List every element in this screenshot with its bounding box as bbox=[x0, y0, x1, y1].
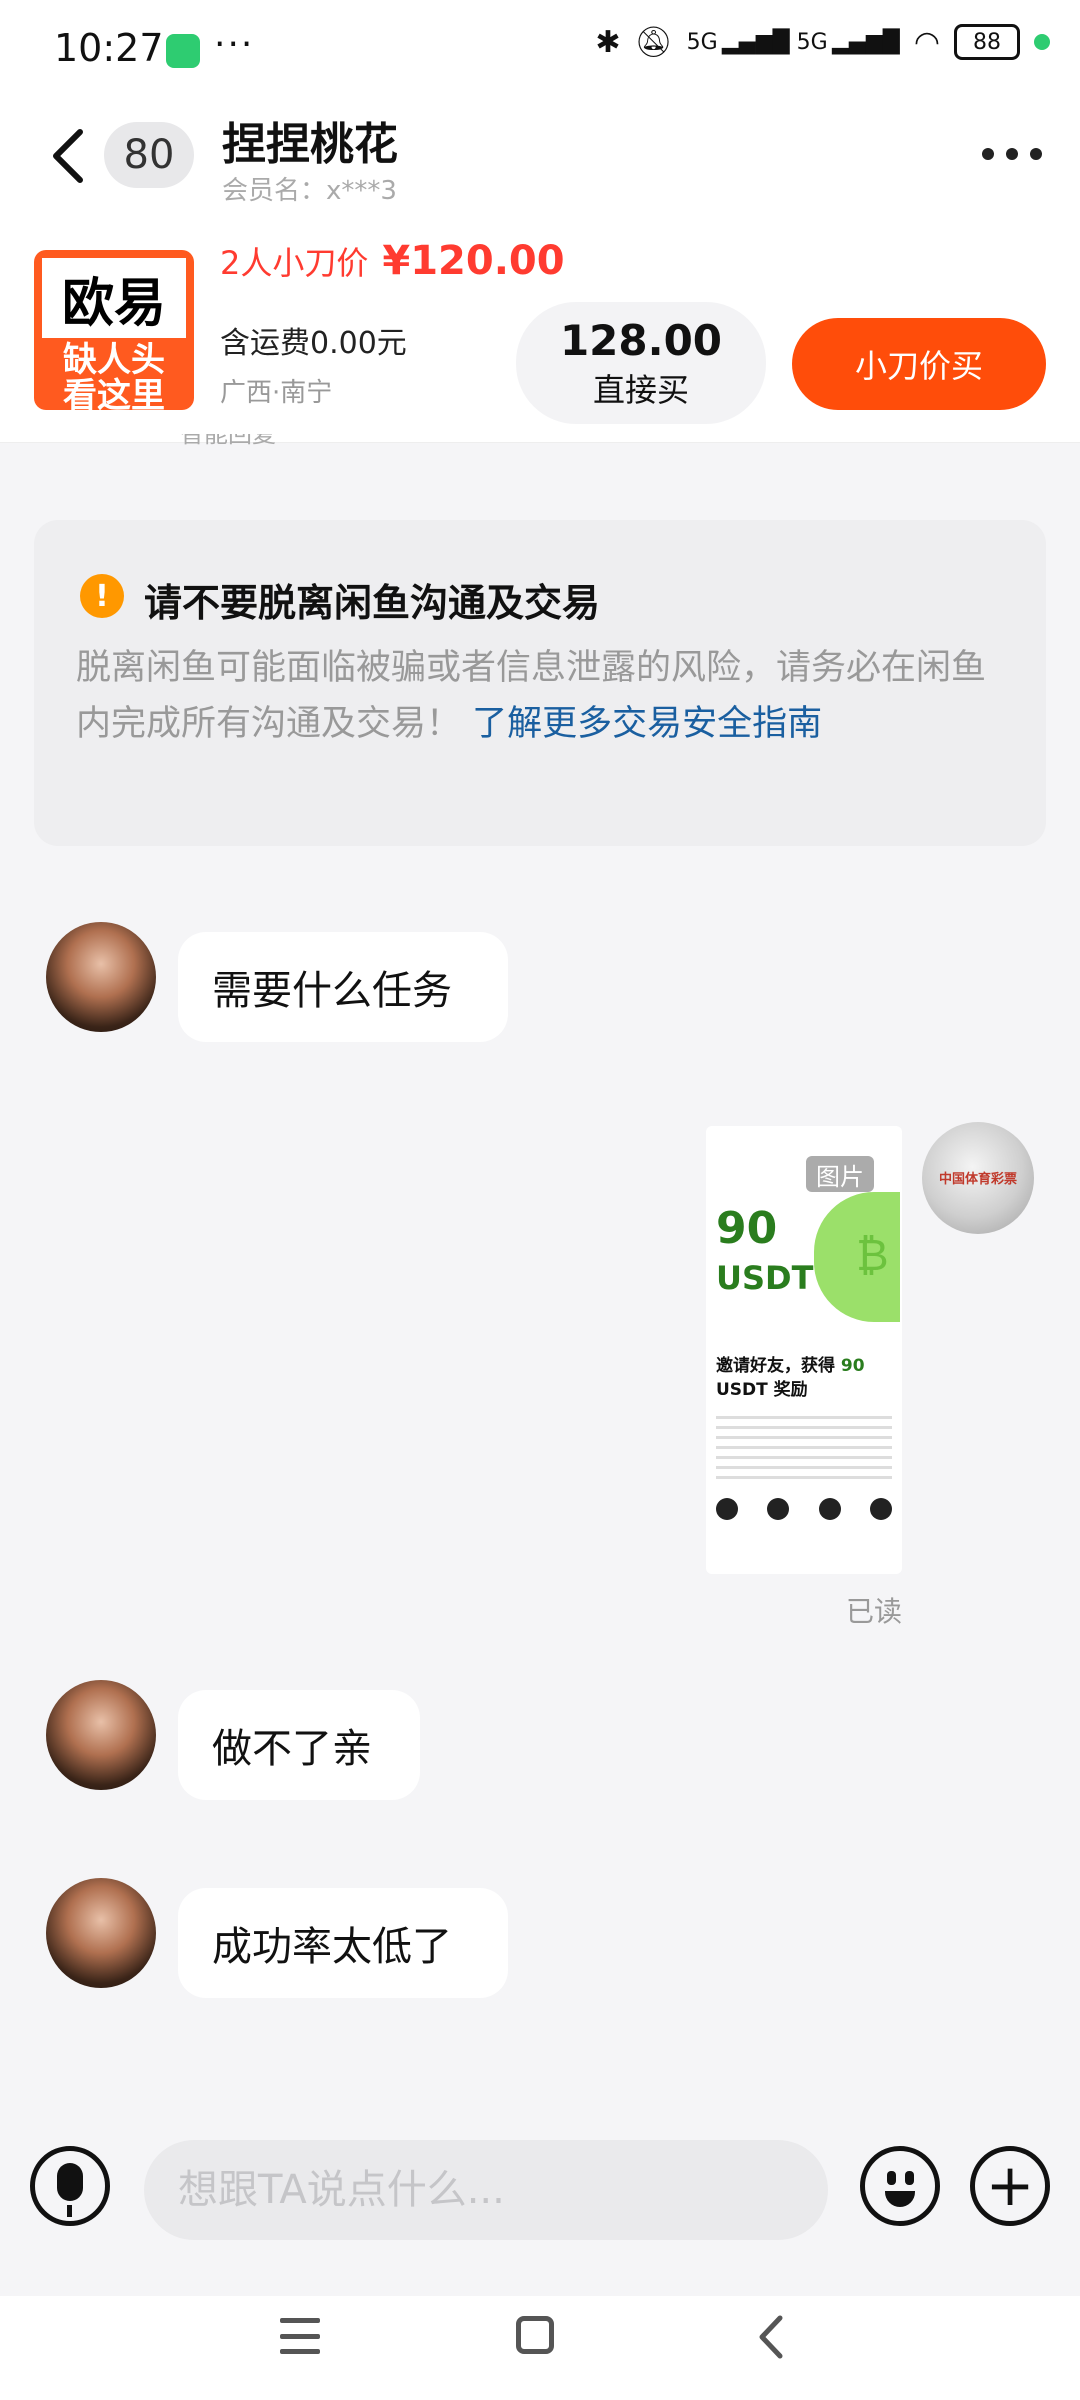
image-amount-unit: USDT bbox=[716, 1259, 814, 1297]
my-avatar[interactable]: 中国体育彩票 bbox=[922, 1122, 1034, 1234]
received-message-bubble[interactable]: 做不了亲 bbox=[178, 1690, 420, 1800]
emoji-eye-icon bbox=[887, 2171, 896, 2185]
microphone-stand bbox=[67, 2205, 72, 2217]
bargain-price-row: 2人小刀价 ¥120.00 bbox=[220, 238, 565, 284]
image-invite-text: 邀请好友，获得 90 USDT 奖励 bbox=[716, 1354, 865, 1402]
direct-buy-label: 直接买 bbox=[592, 370, 689, 409]
direct-buy-button[interactable]: 128.00 直接买 bbox=[516, 302, 766, 424]
image-share-icons bbox=[716, 1498, 892, 1520]
message-input[interactable] bbox=[144, 2140, 828, 2240]
add-attachment-button[interactable]: + bbox=[970, 2146, 1050, 2226]
back-arrow-icon[interactable] bbox=[48, 126, 88, 186]
emoji-mouth-icon bbox=[885, 2191, 915, 2207]
wifi-icon: ◠ bbox=[913, 24, 940, 60]
smart-reply-label: 智能回复 bbox=[180, 434, 276, 446]
privacy-indicator-icon bbox=[1034, 34, 1050, 50]
received-message-bubble[interactable]: 需要什么任务 bbox=[178, 932, 508, 1042]
status-time: 10:27 bbox=[54, 26, 164, 70]
product-thumbnail[interactable]: 欧易 缺人头 看这里 bbox=[34, 250, 194, 410]
mute-bell-icon: 🔕︎ bbox=[634, 24, 673, 60]
emoji-eye-icon bbox=[905, 2171, 914, 2185]
bargain-price-label: 2人小刀价 bbox=[220, 244, 369, 282]
bargain-buy-button[interactable]: 小刀价买 bbox=[792, 318, 1046, 410]
warning-body: 脱离闲鱼可能面临被骗或者信息泄露的风险，请务必在闲鱼内完成所有沟通及交易！ 了解… bbox=[76, 640, 996, 752]
recent-apps-icon[interactable] bbox=[280, 2318, 320, 2354]
battery-icon: 88 bbox=[954, 24, 1020, 60]
image-amount-number: 90 bbox=[716, 1203, 778, 1254]
location: 广西·南宁 bbox=[220, 378, 333, 408]
my-avatar-logo-text: 中国体育彩票 bbox=[938, 1172, 1017, 1187]
notification-app-icon bbox=[166, 34, 200, 68]
bargain-price-value: ¥120.00 bbox=[382, 238, 565, 284]
bitcoin-icon: ₿ bbox=[856, 1230, 889, 1281]
voice-input-button[interactable] bbox=[30, 2146, 110, 2226]
sent-image-message[interactable]: ₿ 90 USDT 图片 邀请好友，获得 90 USDT 奖励 bbox=[706, 1126, 902, 1574]
home-icon[interactable] bbox=[516, 2316, 554, 2354]
read-status: 已读 bbox=[846, 1595, 903, 1628]
seller-name[interactable]: 捏捏桃花 bbox=[222, 108, 398, 172]
thumbnail-caption: 缺人头 看这里 bbox=[63, 340, 165, 410]
signal-icon: 5G ▂▄▆█ 5G ▂▄▆█ bbox=[686, 29, 900, 55]
image-invite-highlight: 90 bbox=[840, 1356, 865, 1376]
shipping-fee: 含运费0.00元 bbox=[220, 326, 407, 361]
microphone-icon bbox=[57, 2163, 83, 2201]
more-notifications-icon: ··· bbox=[214, 24, 255, 65]
warning-title: 请不要脱离闲鱼沟通及交易 bbox=[144, 581, 601, 625]
status-icons: ✱ 🔕︎ 5G ▂▄▆█ 5G ▂▄▆█ ◠ 88 bbox=[595, 24, 1050, 60]
image-amount: 90 USDT bbox=[716, 1206, 813, 1301]
more-options-icon[interactable] bbox=[982, 134, 1042, 174]
direct-buy-price: 128.00 bbox=[559, 315, 723, 365]
image-invite-line1: 邀请好友，获得 bbox=[716, 1356, 835, 1376]
member-id: 会员名：x***3 bbox=[222, 176, 397, 206]
bluetooth-icon: ✱ bbox=[595, 24, 621, 60]
warning-icon: ! bbox=[80, 574, 124, 618]
image-invite-line2: USDT 奖励 bbox=[716, 1380, 808, 1400]
image-tag: 图片 bbox=[806, 1156, 874, 1192]
received-message-bubble[interactable]: 成功率太低了 bbox=[178, 1888, 508, 1998]
seller-avatar[interactable] bbox=[46, 1878, 156, 1988]
safety-guide-link[interactable]: 了解更多交易安全指南 bbox=[472, 704, 822, 744]
image-fine-print bbox=[716, 1416, 892, 1486]
seller-avatar[interactable] bbox=[46, 1680, 156, 1790]
unread-count-badge[interactable]: 80 bbox=[104, 122, 194, 188]
emoji-button[interactable] bbox=[860, 2146, 940, 2226]
nav-back-icon[interactable] bbox=[752, 2312, 792, 2362]
thumbnail-title: 欧易 bbox=[42, 258, 186, 338]
seller-avatar[interactable] bbox=[46, 922, 156, 1032]
